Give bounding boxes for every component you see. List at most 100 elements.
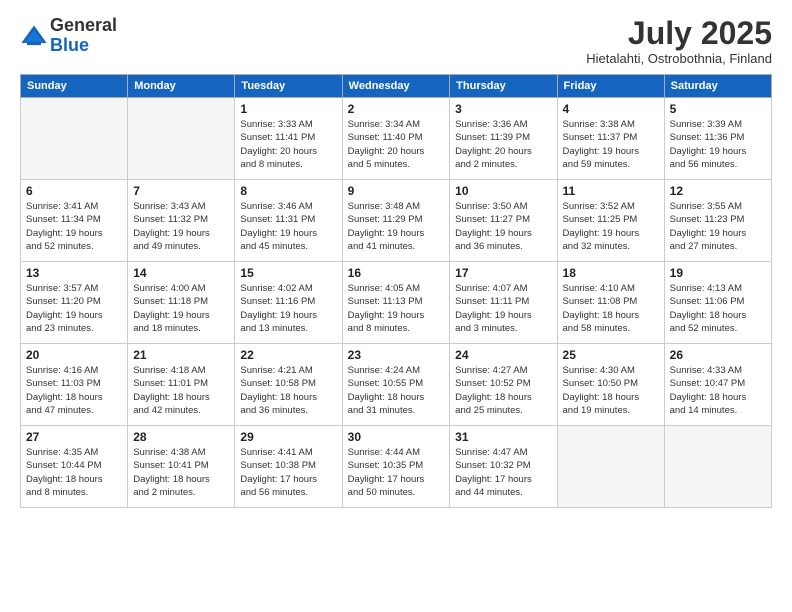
- header-row: Sunday Monday Tuesday Wednesday Thursday…: [21, 75, 772, 98]
- calendar-cell: [128, 98, 235, 180]
- day-info: Sunrise: 4:07 AM Sunset: 11:11 PM Daylig…: [455, 282, 551, 335]
- calendar-cell: 10Sunrise: 3:50 AM Sunset: 11:27 PM Dayl…: [450, 180, 557, 262]
- day-number: 24: [455, 348, 551, 362]
- day-number: 19: [670, 266, 766, 280]
- day-info: Sunrise: 3:41 AM Sunset: 11:34 PM Daylig…: [26, 200, 122, 253]
- col-monday: Monday: [128, 75, 235, 98]
- logo-general: General: [50, 15, 117, 35]
- calendar-cell: 17 Sunrise: 4:07 AM Sunset: 11:11 PM Dayl…: [450, 262, 557, 344]
- calendar-body: 1Sunrise: 3:33 AM Sunset: 11:41 PM Dayli…: [21, 98, 772, 508]
- day-number: 27: [26, 430, 122, 444]
- day-number: 5: [670, 102, 766, 116]
- calendar-cell: 7 Sunrise: 3:43 AM Sunset: 11:32 PM Dayli…: [128, 180, 235, 262]
- day-number: 8: [240, 184, 336, 198]
- calendar-week-5: 27 Sunrise: 4:35 AM Sunset: 10:44 PM Dayl…: [21, 426, 772, 508]
- day-info: Sunrise: 3:50 AM Sunset: 11:27 PM Daylig…: [455, 200, 551, 253]
- calendar-cell: 23 Sunrise: 4:24 AM Sunset: 10:55 PM Dayl…: [342, 344, 450, 426]
- day-number: 23: [348, 348, 445, 362]
- calendar-cell: 8 Sunrise: 3:46 AM Sunset: 11:31 PM Dayli…: [235, 180, 342, 262]
- day-info: Sunrise: 3:48 AM Sunset: 11:29 PM Daylig…: [348, 200, 445, 253]
- calendar-cell: 16 Sunrise: 4:05 AM Sunset: 11:13 PM Dayl…: [342, 262, 450, 344]
- day-info: Sunrise: 3:55 AM Sunset: 11:23 PM Daylig…: [670, 200, 766, 253]
- calendar-header: Sunday Monday Tuesday Wednesday Thursday…: [21, 75, 772, 98]
- day-info: Sunrise: 4:16 AM Sunset: 11:03 PM Daylig…: [26, 364, 122, 417]
- day-number: 3: [455, 102, 551, 116]
- day-info: Sunrise: 4:44 AM Sunset: 10:35 PM Daylig…: [348, 446, 445, 499]
- calendar-cell: 21Sunrise: 4:18 AM Sunset: 11:01 PM Dayl…: [128, 344, 235, 426]
- day-number: 18: [563, 266, 659, 280]
- calendar-cell: [664, 426, 771, 508]
- calendar-cell: 28 Sunrise: 4:38 AM Sunset: 10:41 PM Dayl…: [128, 426, 235, 508]
- calendar-cell: [557, 426, 664, 508]
- title-block: July 2025 Hietalahti, Ostrobothnia, Finl…: [586, 16, 772, 66]
- calendar-cell: 19 Sunrise: 4:13 AM Sunset: 11:06 PM Dayl…: [664, 262, 771, 344]
- day-info: Sunrise: 3:43 AM Sunset: 11:32 PM Daylig…: [133, 200, 229, 253]
- col-saturday: Saturday: [664, 75, 771, 98]
- calendar-cell: 25 Sunrise: 4:30 AM Sunset: 10:50 PM Dayl…: [557, 344, 664, 426]
- day-info: Sunrise: 3:57 AM Sunset: 11:20 PM Daylig…: [26, 282, 122, 335]
- calendar-week-3: 13 Sunrise: 3:57 AM Sunset: 11:20 PM Dayl…: [21, 262, 772, 344]
- day-number: 17: [455, 266, 551, 280]
- calendar-cell: 12Sunrise: 3:55 AM Sunset: 11:23 PM Dayl…: [664, 180, 771, 262]
- logo-icon: [20, 22, 48, 50]
- day-number: 1: [240, 102, 336, 116]
- location-subtitle: Hietalahti, Ostrobothnia, Finland: [586, 51, 772, 66]
- calendar-cell: 29 Sunrise: 4:41 AM Sunset: 10:38 PM Dayl…: [235, 426, 342, 508]
- day-info: Sunrise: 4:24 AM Sunset: 10:55 PM Daylig…: [348, 364, 445, 417]
- day-number: 13: [26, 266, 122, 280]
- day-number: 6: [26, 184, 122, 198]
- logo: General Blue: [20, 16, 117, 56]
- calendar-cell: 18Sunrise: 4:10 AM Sunset: 11:08 PM Dayl…: [557, 262, 664, 344]
- calendar-cell: 2 Sunrise: 3:34 AM Sunset: 11:40 PM Dayli…: [342, 98, 450, 180]
- col-thursday: Thursday: [450, 75, 557, 98]
- calendar-cell: [21, 98, 128, 180]
- calendar-cell: 6 Sunrise: 3:41 AM Sunset: 11:34 PM Dayli…: [21, 180, 128, 262]
- calendar-cell: 5 Sunrise: 3:39 AM Sunset: 11:36 PM Dayli…: [664, 98, 771, 180]
- calendar-cell: 27 Sunrise: 4:35 AM Sunset: 10:44 PM Dayl…: [21, 426, 128, 508]
- day-number: 7: [133, 184, 229, 198]
- col-sunday: Sunday: [21, 75, 128, 98]
- day-number: 2: [348, 102, 445, 116]
- day-info: Sunrise: 3:34 AM Sunset: 11:40 PM Daylig…: [348, 118, 445, 171]
- day-number: 28: [133, 430, 229, 444]
- calendar-cell: 31 Sunrise: 4:47 AM Sunset: 10:32 PM Dayl…: [450, 426, 557, 508]
- calendar-week-4: 20Sunrise: 4:16 AM Sunset: 11:03 PM Dayl…: [21, 344, 772, 426]
- month-title: July 2025: [586, 16, 772, 51]
- day-info: Sunrise: 3:39 AM Sunset: 11:36 PM Daylig…: [670, 118, 766, 171]
- day-info: Sunrise: 4:47 AM Sunset: 10:32 PM Daylig…: [455, 446, 551, 499]
- day-info: Sunrise: 3:46 AM Sunset: 11:31 PM Daylig…: [240, 200, 336, 253]
- day-number: 22: [240, 348, 336, 362]
- day-number: 25: [563, 348, 659, 362]
- header: General Blue July 2025 Hietalahti, Ostro…: [20, 16, 772, 66]
- col-wednesday: Wednesday: [342, 75, 450, 98]
- calendar-cell: 22 Sunrise: 4:21 AM Sunset: 10:58 PM Dayl…: [235, 344, 342, 426]
- page: General Blue July 2025 Hietalahti, Ostro…: [0, 0, 792, 518]
- calendar-cell: 30 Sunrise: 4:44 AM Sunset: 10:35 PM Dayl…: [342, 426, 450, 508]
- calendar-cell: 15Sunrise: 4:02 AM Sunset: 11:16 PM Dayl…: [235, 262, 342, 344]
- day-number: 29: [240, 430, 336, 444]
- day-info: Sunrise: 4:21 AM Sunset: 10:58 PM Daylig…: [240, 364, 336, 417]
- day-info: Sunrise: 4:00 AM Sunset: 11:18 PM Daylig…: [133, 282, 229, 335]
- day-number: 30: [348, 430, 445, 444]
- day-info: Sunrise: 4:27 AM Sunset: 10:52 PM Daylig…: [455, 364, 551, 417]
- day-info: Sunrise: 4:13 AM Sunset: 11:06 PM Daylig…: [670, 282, 766, 335]
- col-tuesday: Tuesday: [235, 75, 342, 98]
- day-number: 31: [455, 430, 551, 444]
- day-info: Sunrise: 4:05 AM Sunset: 11:13 PM Daylig…: [348, 282, 445, 335]
- day-number: 16: [348, 266, 445, 280]
- calendar-cell: 1Sunrise: 3:33 AM Sunset: 11:41 PM Dayli…: [235, 98, 342, 180]
- day-info: Sunrise: 4:35 AM Sunset: 10:44 PM Daylig…: [26, 446, 122, 499]
- day-info: Sunrise: 3:38 AM Sunset: 11:37 PM Daylig…: [563, 118, 659, 171]
- day-info: Sunrise: 4:02 AM Sunset: 11:16 PM Daylig…: [240, 282, 336, 335]
- day-number: 11: [563, 184, 659, 198]
- day-info: Sunrise: 4:18 AM Sunset: 11:01 PM Daylig…: [133, 364, 229, 417]
- calendar-week-1: 1Sunrise: 3:33 AM Sunset: 11:41 PM Dayli…: [21, 98, 772, 180]
- calendar-cell: 4Sunrise: 3:38 AM Sunset: 11:37 PM Dayli…: [557, 98, 664, 180]
- day-info: Sunrise: 4:30 AM Sunset: 10:50 PM Daylig…: [563, 364, 659, 417]
- calendar-week-2: 6 Sunrise: 3:41 AM Sunset: 11:34 PM Dayli…: [21, 180, 772, 262]
- calendar-cell: 26Sunrise: 4:33 AM Sunset: 10:47 PM Dayl…: [664, 344, 771, 426]
- day-info: Sunrise: 3:36 AM Sunset: 11:39 PM Daylig…: [455, 118, 551, 171]
- day-info: Sunrise: 4:38 AM Sunset: 10:41 PM Daylig…: [133, 446, 229, 499]
- calendar-cell: 24 Sunrise: 4:27 AM Sunset: 10:52 PM Dayl…: [450, 344, 557, 426]
- day-info: Sunrise: 4:41 AM Sunset: 10:38 PM Daylig…: [240, 446, 336, 499]
